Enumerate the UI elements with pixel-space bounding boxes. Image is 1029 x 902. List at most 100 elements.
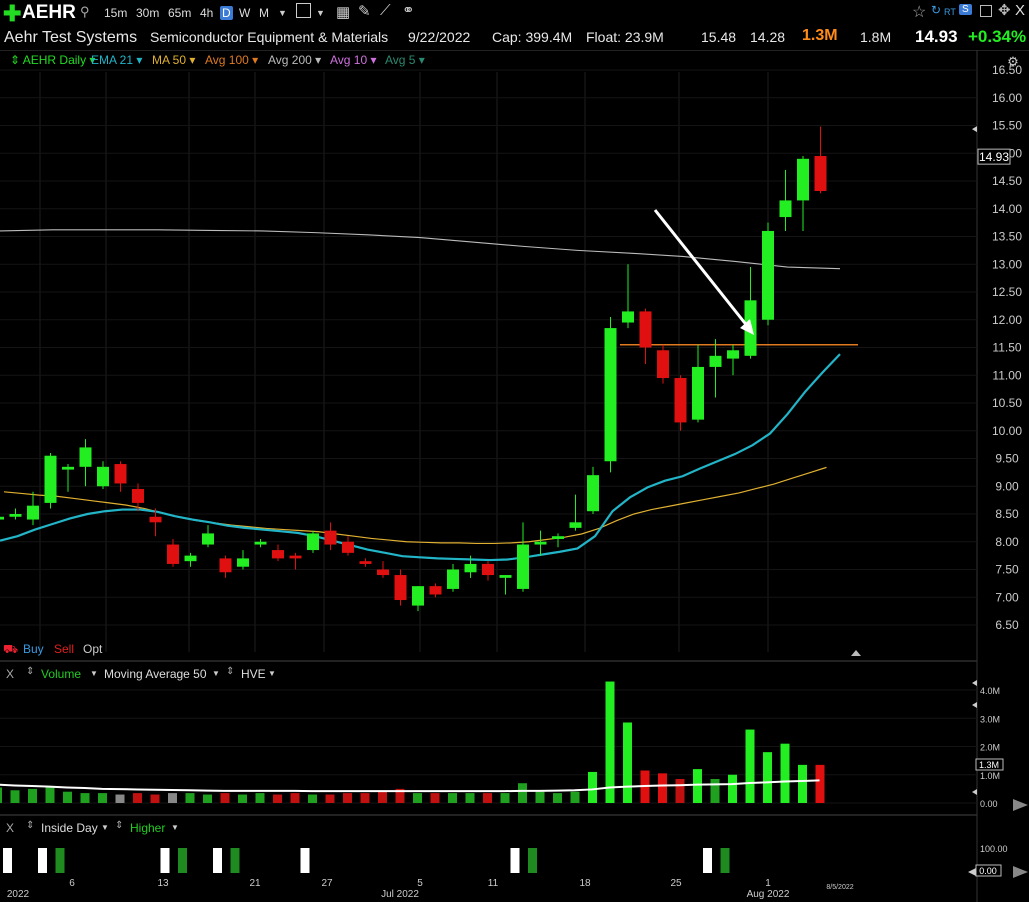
candle-body[interactable] — [202, 533, 214, 545]
candle-body[interactable] — [237, 558, 249, 567]
volume-bar[interactable] — [693, 769, 702, 803]
volume-bar[interactable] — [745, 729, 755, 803]
volume-bar[interactable] — [273, 794, 282, 803]
volume-bar[interactable] — [325, 794, 335, 803]
candle-body[interactable] — [254, 541, 267, 545]
higher-label[interactable]: Higher — [130, 821, 165, 835]
volume-bar[interactable] — [780, 743, 790, 803]
volume-panel-title[interactable]: Volume — [41, 667, 81, 681]
candle-body[interactable] — [307, 533, 319, 551]
chart-area[interactable]: 16.5016.0015.5015.0014.5014.0013.5013.00… — [0, 0, 1029, 902]
volume-bar[interactable] — [63, 791, 72, 803]
volume-bar[interactable] — [133, 793, 142, 803]
candle-body[interactable] — [674, 378, 687, 423]
candle-body[interactable] — [272, 550, 284, 559]
volume-bar[interactable] — [45, 787, 55, 803]
inside-day-bar[interactable] — [528, 848, 537, 873]
hve-label[interactable]: HVE — [241, 667, 266, 681]
volume-bar[interactable] — [115, 794, 125, 803]
candle-body[interactable] — [762, 230, 774, 320]
candle-body[interactable] — [62, 466, 74, 470]
inside-scroll-button[interactable] — [1013, 866, 1028, 878]
candle-body[interactable] — [604, 328, 617, 462]
candle-body[interactable] — [289, 555, 302, 559]
candle-body[interactable] — [447, 569, 459, 589]
options-button[interactable]: Opt — [83, 642, 102, 656]
volume-bar[interactable] — [570, 791, 580, 803]
candle-body[interactable] — [727, 350, 739, 359]
volume-bar[interactable] — [588, 771, 597, 803]
volume-bar[interactable] — [220, 793, 230, 803]
volume-move-icon[interactable]: ⇕ — [26, 666, 34, 677]
candle-body[interactable] — [219, 558, 232, 573]
candle-body[interactable] — [97, 466, 109, 487]
candle-body[interactable] — [359, 561, 372, 564]
volume-ma-label[interactable]: Moving Average 50 — [104, 667, 207, 681]
collapse-panel-icon[interactable] — [851, 650, 861, 656]
volume-bar[interactable] — [553, 793, 562, 803]
candle-body[interactable] — [324, 530, 337, 545]
higher-move-icon[interactable]: ⇕ — [115, 820, 123, 831]
volume-bar[interactable] — [535, 791, 545, 803]
volume-bar[interactable] — [728, 774, 737, 803]
inside-day-bar[interactable] — [3, 848, 12, 873]
higher-dropdown-icon[interactable]: ▼ — [171, 823, 179, 832]
candle-body[interactable] — [9, 514, 22, 517]
inside-day-bar[interactable] — [300, 848, 310, 873]
inside-day-bar[interactable] — [55, 848, 65, 873]
candle-body[interactable] — [552, 536, 564, 539]
candle-body[interactable] — [482, 563, 494, 576]
candle-body[interactable] — [797, 158, 809, 201]
scroll-right-button[interactable] — [1013, 799, 1028, 811]
inside-day-bar[interactable] — [510, 848, 520, 873]
inside-panel-title[interactable]: Inside Day — [41, 821, 98, 835]
trade-icon[interactable]: ⛟ — [3, 642, 18, 658]
candle-body[interactable] — [464, 563, 477, 573]
volume-bar[interactable] — [185, 793, 195, 803]
volume-bar[interactable] — [28, 788, 37, 803]
candle-body[interactable] — [657, 350, 669, 379]
inside-dropdown-icon[interactable]: ▼ — [101, 823, 109, 832]
volume-bar[interactable] — [80, 793, 90, 803]
volume-bar[interactable] — [168, 793, 177, 803]
buy-button[interactable]: Buy — [23, 642, 44, 656]
volume-bar[interactable] — [255, 793, 265, 803]
candle-body[interactable] — [587, 475, 599, 512]
volume-bar[interactable] — [238, 794, 247, 803]
sell-button[interactable]: Sell — [54, 642, 74, 656]
volume-bar[interactable] — [308, 794, 317, 803]
candle-body[interactable] — [44, 455, 57, 503]
volume-bar[interactable] — [658, 773, 667, 803]
hve-dropdown-icon[interactable]: ▼ — [268, 669, 276, 678]
candle-body[interactable] — [814, 156, 827, 191]
volume-bar[interactable] — [500, 793, 510, 803]
candle-body[interactable] — [639, 311, 652, 348]
volume-bar[interactable] — [413, 793, 422, 803]
candle-body[interactable] — [412, 586, 424, 606]
candle-body[interactable] — [394, 575, 407, 601]
candle-body[interactable] — [79, 447, 92, 467]
inside-day-bar[interactable] — [160, 848, 170, 873]
volume-bar[interactable] — [710, 778, 720, 803]
candle-body[interactable] — [429, 586, 442, 595]
candle-body[interactable] — [534, 541, 547, 545]
volume-panel-close-button[interactable]: X — [6, 667, 14, 681]
candle-body[interactable] — [779, 200, 792, 218]
volume-bar[interactable] — [430, 793, 440, 803]
volume-bar[interactable] — [150, 794, 160, 803]
candle-body[interactable] — [184, 555, 197, 562]
candle-body[interactable] — [517, 544, 529, 589]
volume-bar[interactable] — [0, 787, 2, 803]
volume-bar[interactable] — [448, 793, 457, 803]
volume-bar[interactable] — [605, 681, 615, 803]
inside-day-bar[interactable] — [720, 848, 730, 873]
inside-day-bar[interactable] — [703, 848, 712, 873]
volume-bar[interactable] — [798, 764, 807, 803]
volume-bar[interactable] — [675, 778, 685, 803]
volume-bar[interactable] — [98, 793, 107, 803]
candle-body[interactable] — [0, 516, 4, 520]
volume-bar[interactable] — [483, 793, 492, 803]
candle-body[interactable] — [499, 575, 512, 578]
inside-panel-close-button[interactable]: X — [6, 821, 14, 835]
volume-bar[interactable] — [378, 791, 387, 803]
